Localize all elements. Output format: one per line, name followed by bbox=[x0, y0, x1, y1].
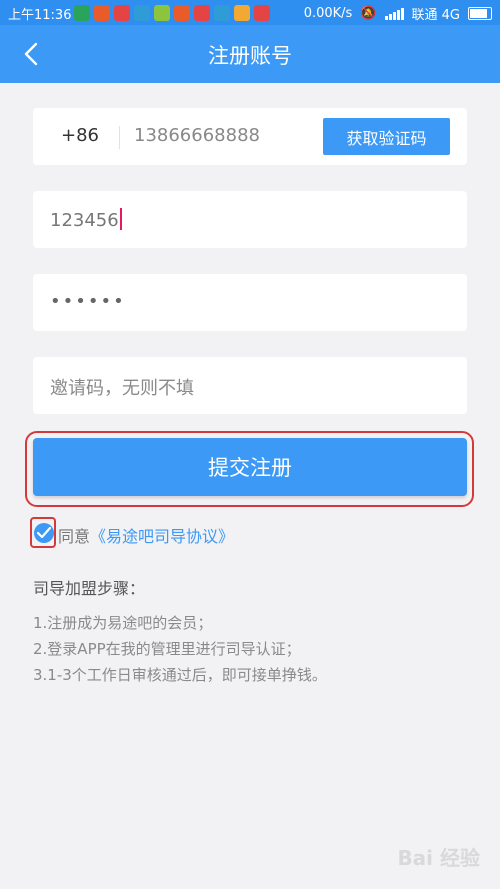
weibo-notification-icon bbox=[94, 5, 110, 21]
news-notification-icon bbox=[114, 5, 130, 21]
phone-row: +86 13866668888 获取验证码 bbox=[33, 108, 467, 165]
app-notification-icon bbox=[194, 5, 210, 21]
get-code-button[interactable]: 获取验证码 bbox=[323, 118, 450, 155]
carrier-label: 联通 4G bbox=[411, 8, 460, 23]
app-notification-icon bbox=[214, 5, 230, 21]
notification-icons bbox=[74, 5, 270, 21]
phone-input[interactable]: 13866668888 bbox=[134, 125, 260, 146]
step-item: 2.登录APP在我的管理里进行司导认证； bbox=[33, 640, 301, 658]
confirm-password-input[interactable]: •••••• bbox=[50, 291, 126, 312]
news-notification-icon bbox=[254, 5, 270, 21]
page-title: 注册账号 bbox=[208, 44, 292, 68]
step-item: 3.1-3个工作日审核通过后，即可接单挣钱。 bbox=[33, 666, 327, 684]
title-bar: 注册账号 bbox=[0, 25, 500, 83]
signal-icon bbox=[384, 7, 404, 20]
password-field[interactable]: 123456 bbox=[33, 191, 467, 248]
watermark: Bai 经验 bbox=[397, 846, 480, 870]
app-notification-icon bbox=[234, 5, 250, 21]
step-item: 1.注册成为易途吧的会员； bbox=[33, 614, 213, 632]
status-right: 0.00K/s 🔕 联通 4G bbox=[304, 4, 492, 23]
invite-code-field[interactable]: 邀请码，无则不填 bbox=[33, 357, 467, 414]
text-cursor bbox=[119, 208, 122, 230]
check-icon bbox=[37, 527, 51, 539]
status-bar: 上午11:36 0.00K/s 🔕 联通 4G bbox=[0, 0, 500, 25]
agreement-link[interactable]: 《易途吧司导协议》 bbox=[90, 527, 234, 546]
submit-button[interactable]: 提交注册 bbox=[33, 438, 467, 496]
app-notification-icon bbox=[134, 5, 150, 21]
country-code[interactable]: +86 bbox=[61, 125, 99, 146]
network-speed: 0.00K/s bbox=[303, 6, 353, 21]
steps-title: 司导加盟步骤： bbox=[33, 579, 146, 598]
confirm-password-field[interactable]: •••••• bbox=[33, 274, 467, 331]
mute-icon: 🔕 bbox=[360, 6, 377, 21]
password-value: 123456 bbox=[50, 210, 119, 231]
weibo-notification-icon bbox=[174, 5, 190, 21]
agree-checkbox[interactable] bbox=[34, 523, 54, 543]
agreement-text: 同意《易途吧司导协议》 bbox=[58, 523, 234, 547]
battery-icon bbox=[468, 7, 492, 20]
status-time: 上午11:36 bbox=[8, 8, 72, 23]
password-input[interactable]: 123456 bbox=[50, 208, 122, 231]
app-notification-icon bbox=[74, 5, 90, 21]
app-notification-icon bbox=[154, 5, 170, 21]
agreement-prefix: 同意 bbox=[58, 527, 91, 546]
divider bbox=[119, 126, 120, 149]
invite-code-input[interactable]: 邀请码，无则不填 bbox=[50, 374, 194, 400]
